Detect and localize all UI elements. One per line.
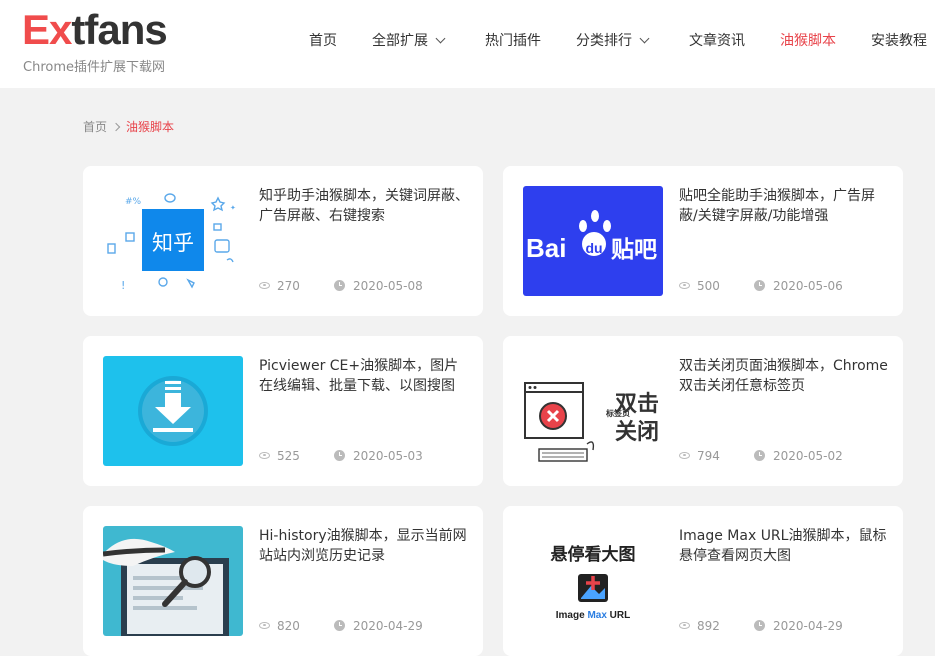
chevron-right-icon [111,122,121,132]
site-tagline: Chrome插件扩展下载网 [23,60,165,75]
nav-home-label: 首页 [309,33,337,49]
thumb-caption-image: Image [556,610,588,621]
baidu-tieba-thumbnail[interactable]: Bai du 贴吧 [523,186,663,296]
card-title[interactable]: Hi-history油猴脚本，显示当前网站站内浏览历史记录 [259,526,471,566]
eye-icon [259,622,270,629]
site-header: Extfans Chrome插件扩展下载网 首页 全部扩展 热门插件 分类排行 … [0,0,935,88]
breadcrumb-home-link[interactable]: 首页 [83,120,107,134]
breadcrumb: 首页 油猴脚本 [83,119,174,135]
card-title[interactable]: 知乎助手油猴脚本，关键词屏蔽、广告屏蔽、右键搜索 [259,186,471,226]
picviewer-thumbnail[interactable] [103,356,243,466]
svg-text:Image Max URL: Image Max URL [556,610,630,621]
view-count: 892 [679,618,754,634]
eye-icon [679,282,690,289]
svg-text:!: ! [121,279,125,292]
view-count: 794 [679,448,754,464]
eye-icon [259,452,270,459]
view-count: 525 [259,448,334,464]
script-card[interactable]: Hi-history油猴脚本，显示当前网站站内浏览历史记录 820 2020-04… [83,506,483,656]
clock-icon [754,280,765,291]
view-count-value: 525 [277,449,300,463]
card-meta: 525 2020-05-03 [259,448,423,464]
view-count-value: 270 [277,279,300,293]
card-title[interactable]: Image Max URL油猴脚本，鼠标悬停查看网页大图 [679,526,891,566]
publish-date: 2020-04-29 [353,619,423,633]
clock-icon [334,450,345,461]
clock-icon [754,450,765,461]
nav-category-ranking[interactable]: 分类排行 [576,30,650,52]
tieba-logo-text: 贴吧 [611,237,657,263]
nav-category-ranking-label: 分类排行 [576,33,632,49]
publish-date: 2020-05-03 [353,449,423,463]
svg-text:✦: ✦ [230,204,236,212]
card-meta: 794 2020-05-02 [679,448,843,464]
clock-icon [754,620,765,631]
script-card[interactable]: Bai du 贴吧 贴吧全能助手油猴脚本，广告屏蔽/关键字屏蔽/功能增强 500… [503,166,903,316]
baidu-logo-du: du [585,240,602,256]
publish-date: 2020-05-06 [773,279,843,293]
eye-icon [259,282,270,289]
zhihu-thumbnail[interactable]: 知乎 #% ! ✦ [103,186,243,296]
card-meta: 270 2020-05-08 [259,278,423,294]
eye-icon [679,622,690,629]
nav-articles[interactable]: 文章资讯 [689,30,745,52]
card-meta: 500 2020-05-06 [679,278,843,294]
clock-icon [334,280,345,291]
card-meta: 892 2020-04-29 [679,618,843,634]
nav-articles-label: 文章资讯 [689,33,745,49]
image-max-url-thumbnail[interactable]: 悬停看大图 Image Max URL [523,526,663,636]
double-click-close-thumbnail[interactable]: 标签页 双击 关闭 [523,356,663,466]
nav-install-guide[interactable]: 安装教程 [871,30,927,52]
script-card[interactable]: 知乎 #% ! ✦ 知乎助手油猴脚本，关键词屏蔽、广告屏蔽、右键搜索 270 20… [83,166,483,316]
publish-date: 2020-05-08 [353,279,423,293]
nav-hot-plugins[interactable]: 热门插件 [485,30,541,52]
hi-history-thumbnail[interactable] [103,526,243,636]
script-card[interactable]: Picviewer CE+油猴脚本，图片在线编辑、批量下载、以图搜图 525 20… [83,336,483,486]
nav-hot-plugins-label: 热门插件 [485,33,541,49]
nav-userscripts-label: 油猴脚本 [780,33,836,49]
chevron-down-icon [639,33,650,44]
thumb-caption-max: Max [587,610,607,621]
main-nav: 首页 全部扩展 热门插件 分类排行 文章资讯 油猴脚本 安装教程 [0,30,935,52]
nav-home[interactable]: 首页 [309,30,337,52]
publish-date: 2020-05-02 [773,449,843,463]
script-card[interactable]: 标签页 双击 关闭 双击关闭页面油猴脚本，Chrome双击关闭任意标签页 794… [503,336,903,486]
zhihu-logo-text: 知乎 [152,231,194,255]
view-count-value: 820 [277,619,300,633]
baidu-logo-text: Bai [526,233,566,263]
view-count: 500 [679,278,754,294]
script-card[interactable]: 悬停看大图 Image Max URL Image Max URL油猴脚本，鼠标… [503,506,903,656]
view-count: 820 [259,618,334,634]
nav-all-extensions-label: 全部扩展 [372,33,428,49]
chevron-down-icon [435,33,446,44]
thumb-caption-big: 双击 [615,392,659,417]
card-title[interactable]: 贴吧全能助手油猴脚本，广告屏蔽/关键字屏蔽/功能增强 [679,186,891,226]
card-meta: 820 2020-04-29 [259,618,423,634]
thumb-caption-big: 关闭 [615,420,659,445]
thumb-caption-url: URL [607,610,630,621]
nav-all-extensions[interactable]: 全部扩展 [372,30,446,52]
svg-text:#%: #% [125,197,142,207]
nav-userscripts[interactable]: 油猴脚本 [780,30,836,52]
view-count-value: 794 [697,449,720,463]
view-count-value: 892 [697,619,720,633]
view-count-value: 500 [697,279,720,293]
nav-install-guide-label: 安装教程 [871,33,927,49]
breadcrumb-current: 油猴脚本 [126,120,175,134]
view-count: 270 [259,278,334,294]
eye-icon [679,452,690,459]
thumb-caption: 悬停看大图 [551,544,636,565]
card-title[interactable]: 双击关闭页面油猴脚本，Chrome双击关闭任意标签页 [679,356,891,396]
card-title[interactable]: Picviewer CE+油猴脚本，图片在线编辑、批量下载、以图搜图 [259,356,471,396]
clock-icon [334,620,345,631]
publish-date: 2020-04-29 [773,619,843,633]
